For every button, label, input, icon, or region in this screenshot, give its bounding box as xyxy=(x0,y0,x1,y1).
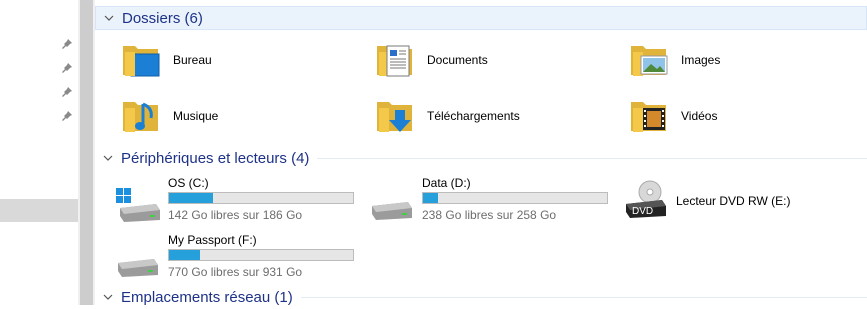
drive-usage-fill xyxy=(423,193,438,203)
content-pane: Dossiers (6) Bureau Documents Images Mus… xyxy=(95,0,867,306)
drive-name: OS (C:) xyxy=(168,176,209,190)
folder-label: Vidéos xyxy=(681,109,718,123)
group-divider xyxy=(211,18,866,19)
navigation-pane xyxy=(0,0,78,305)
folder-item-documents[interactable]: Documents xyxy=(375,40,488,80)
nav-scrollbar[interactable] xyxy=(78,0,95,305)
drive-name: Data (D:) xyxy=(422,176,471,190)
group-title: Périphériques et lecteurs (4) xyxy=(121,149,310,167)
folder-item-bureau[interactable]: Bureau xyxy=(121,40,212,80)
drive-free-space: 238 Go libres sur 258 Go xyxy=(422,208,557,222)
windows-drive-icon xyxy=(116,188,160,222)
chevron-down-icon[interactable] xyxy=(104,13,114,23)
desktop-folder-icon xyxy=(123,46,160,77)
documents-folder-icon xyxy=(377,45,412,77)
folder-label: Images xyxy=(681,53,721,67)
hard-drive-icon xyxy=(372,202,412,220)
pin-icon[interactable] xyxy=(60,109,74,123)
drive-item-c[interactable]: OS (C:) 142 Go libres sur 186 Go xyxy=(116,176,361,224)
folder-label: Musique xyxy=(173,109,219,123)
hard-drive-icon xyxy=(118,259,158,277)
drive-item-e[interactable]: DVD Lecteur DVD RW (E:) xyxy=(624,176,844,224)
chevron-down-icon[interactable] xyxy=(103,153,113,163)
pin-icon[interactable] xyxy=(60,61,74,75)
folder-item-musique[interactable]: Musique xyxy=(121,96,218,136)
drive-usage-bar xyxy=(422,192,608,204)
folder-label: Bureau xyxy=(173,53,212,67)
chevron-down-icon[interactable] xyxy=(103,292,113,302)
folder-label: Documents xyxy=(427,53,488,67)
drive-name: My Passport (F:) xyxy=(168,233,257,247)
group-header-folders[interactable]: Dossiers (6) xyxy=(95,6,867,30)
pin-icon[interactable] xyxy=(60,37,74,51)
drive-usage-bar xyxy=(168,192,354,204)
folder-item-images[interactable]: Images xyxy=(629,40,720,80)
drive-usage-bar xyxy=(168,249,354,261)
group-header-devices[interactable]: Périphériques et lecteurs (4) xyxy=(95,146,867,170)
drive-free-space: 770 Go libres sur 931 Go xyxy=(168,265,303,279)
group-title: Emplacements réseau (1) xyxy=(121,288,293,306)
pictures-folder-icon xyxy=(631,46,668,76)
downloads-folder-icon xyxy=(377,102,412,132)
folder-item-videos[interactable]: Vidéos xyxy=(629,96,717,136)
drive-name: Lecteur DVD RW (E:) xyxy=(676,194,791,208)
drive-usage-fill xyxy=(169,193,214,203)
drive-item-d[interactable]: Data (D:) 238 Go libres sur 258 Go xyxy=(370,176,615,224)
folder-label: Téléchargements xyxy=(427,109,520,123)
nav-selected-item[interactable] xyxy=(0,199,78,222)
dvd-badge: DVD xyxy=(632,206,654,217)
group-divider xyxy=(300,296,867,298)
group-divider xyxy=(317,157,867,159)
scrollbar-thumb[interactable] xyxy=(80,0,93,305)
pin-icon[interactable] xyxy=(60,85,74,99)
videos-folder-icon xyxy=(631,102,666,132)
group-header-network[interactable]: Emplacements réseau (1) xyxy=(95,285,867,309)
group-title: Dossiers (6) xyxy=(122,9,203,27)
drive-free-space: 142 Go libres sur 186 Go xyxy=(168,208,303,222)
folder-item-telechargements[interactable]: Téléchargements xyxy=(375,96,520,136)
music-folder-icon xyxy=(123,102,158,132)
drive-item-f[interactable]: My Passport (F:) 770 Go libres sur 931 G… xyxy=(116,233,361,281)
drive-usage-fill xyxy=(169,250,201,260)
